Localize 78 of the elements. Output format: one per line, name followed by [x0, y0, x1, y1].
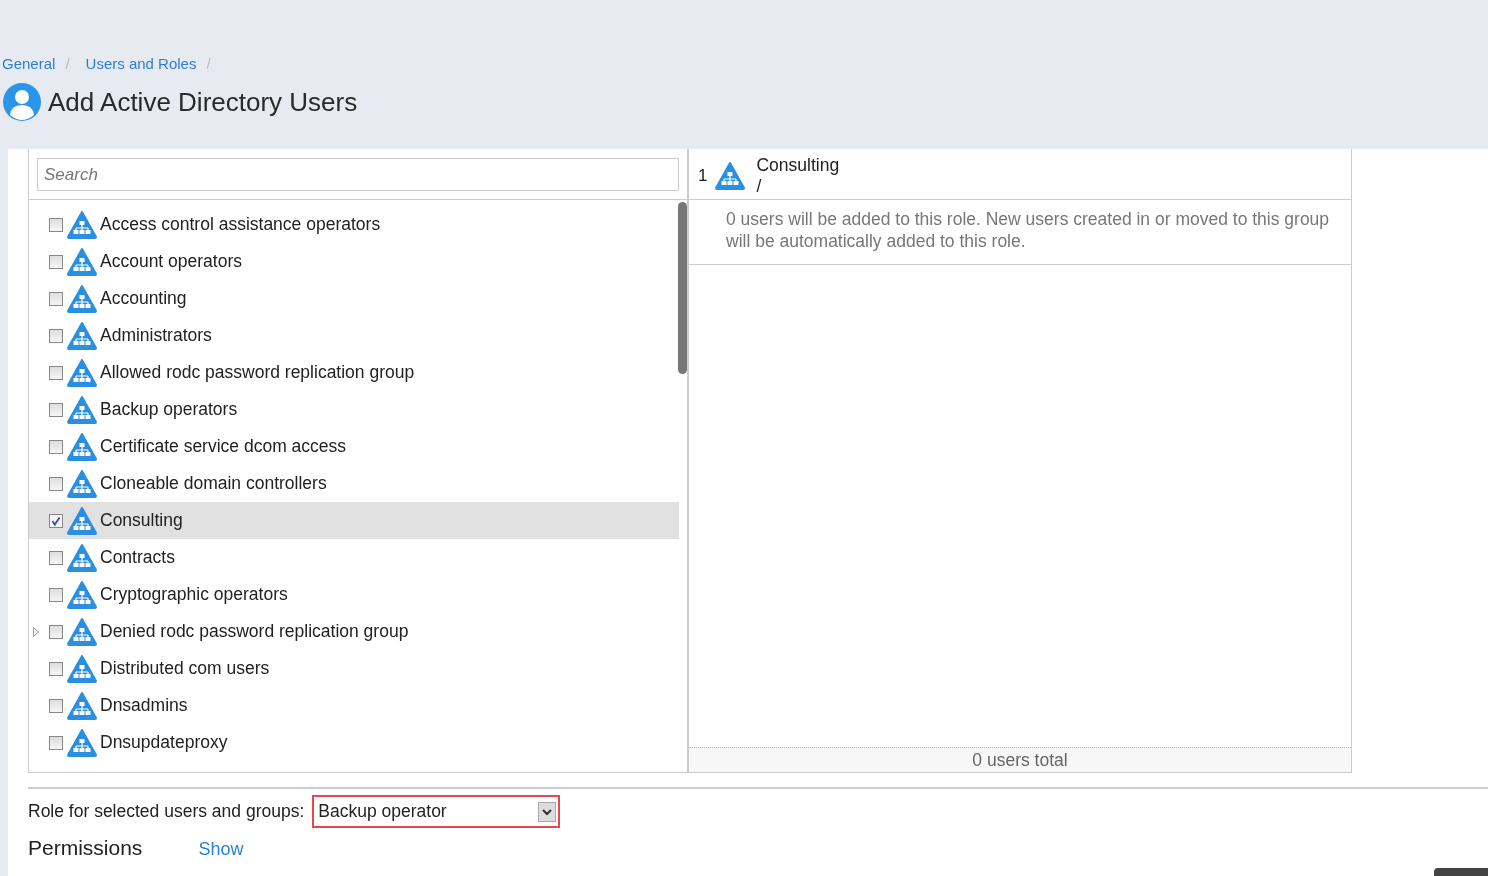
- checkbox[interactable]: [49, 550, 63, 565]
- group-icon: [67, 691, 97, 720]
- group-icon: [67, 654, 97, 683]
- group-name: Dnsadmins: [100, 695, 188, 716]
- group-icon: [67, 358, 97, 387]
- group-name: Certificate service dcom access: [100, 436, 347, 457]
- checkbox[interactable]: [49, 291, 63, 306]
- group-row[interactable]: Contracts: [29, 539, 679, 576]
- group-name: Dnsupdateproxy: [100, 732, 228, 753]
- group-icon: [67, 506, 97, 535]
- show-link[interactable]: Show: [198, 839, 244, 860]
- group-name: Contracts: [100, 547, 175, 568]
- checkbox[interactable]: [49, 735, 63, 750]
- group-icon: [67, 432, 97, 461]
- group-name: Consulting: [756, 155, 840, 176]
- group-row[interactable]: Cryptographic operators: [29, 576, 679, 613]
- group-name: Account operators: [100, 251, 243, 272]
- caret-icon: [538, 801, 557, 822]
- checkbox[interactable]: [49, 402, 63, 417]
- group-row[interactable]: Dnsadmins: [29, 687, 679, 724]
- group-icon: [67, 580, 97, 609]
- user-icon: [2, 82, 42, 122]
- group-row[interactable]: Certificate service dcom access: [29, 428, 679, 465]
- group-name: Access control assistance operators: [100, 214, 381, 235]
- checkbox[interactable]: [49, 624, 63, 639]
- group-icon: [67, 469, 97, 498]
- permissions-heading: Permissions: [28, 836, 143, 860]
- group-row[interactable]: Cloneable domain controllers: [29, 465, 679, 502]
- role-label: Role for selected users and groups:: [28, 801, 305, 822]
- group-name: Cryptographic operators: [100, 584, 288, 605]
- group-row[interactable]: Backup operators: [29, 391, 679, 428]
- group-row[interactable]: Allowed rodc password replication group: [29, 354, 679, 391]
- page-title: Add Active Directory Users: [48, 86, 358, 118]
- group-icon: [67, 395, 97, 424]
- search-field[interactable]: Search: [37, 158, 679, 191]
- checkbox[interactable]: [49, 328, 63, 343]
- group-row[interactable]: Administrators: [29, 317, 679, 354]
- group-icon: [67, 247, 97, 276]
- expand-icon[interactable]: [33, 626, 39, 637]
- checkbox[interactable]: [49, 439, 63, 454]
- group-row[interactable]: Consulting: [29, 502, 679, 539]
- group-name: Cloneable domain controllers: [100, 473, 327, 494]
- checkbox[interactable]: [49, 365, 63, 380]
- group-row[interactable]: Dnsupdateproxy: [29, 724, 679, 761]
- group-note: 0 users will be added to this role. New users created in or moved to this group will be automatically added to this role.: [689, 200, 1351, 265]
- group-row[interactable]: Account operators: [29, 243, 679, 280]
- group-icon: [67, 210, 97, 239]
- group-name: Accounting: [100, 288, 187, 309]
- checkbox[interactable]: [49, 698, 63, 713]
- group-row[interactable]: Denied rodc password replication group: [29, 613, 679, 650]
- group-row[interactable]: Distributed com users: [29, 650, 679, 687]
- checkbox[interactable]: [49, 217, 63, 232]
- group-name: Distributed com users: [100, 658, 270, 679]
- breadcrumb-separator: /: [65, 54, 70, 72]
- group-name: Administrators: [100, 325, 212, 346]
- row-number: 1: [698, 166, 708, 186]
- scrollbar[interactable]: [678, 202, 687, 374]
- group-icon: [67, 617, 97, 646]
- group-name: Backup operators: [100, 399, 238, 420]
- group-name: Allowed rodc password replication group: [100, 362, 415, 383]
- group-name: Denied rodc password replication group: [100, 621, 409, 642]
- group-name: Consulting: [100, 510, 183, 531]
- checkbox[interactable]: [49, 661, 63, 676]
- group-row[interactable]: Accounting: [29, 280, 679, 317]
- group-row[interactable]: Access control assistance operators: [29, 206, 679, 243]
- group-icon: [67, 543, 97, 572]
- checkbox[interactable]: [49, 513, 63, 528]
- checkbox[interactable]: [49, 476, 63, 491]
- breadcrumb-separator: /: [206, 54, 211, 72]
- group-path: /: [756, 176, 763, 197]
- group-icon: [67, 321, 97, 350]
- users-total: 0 users total: [689, 747, 1351, 772]
- role-dropdown[interactable]: Backup operator: [312, 795, 561, 828]
- group-icon: [67, 728, 97, 757]
- group-icon: [715, 162, 746, 190]
- checkbox[interactable]: [49, 587, 63, 602]
- checkbox[interactable]: [49, 254, 63, 269]
- group-icon: [67, 284, 97, 313]
